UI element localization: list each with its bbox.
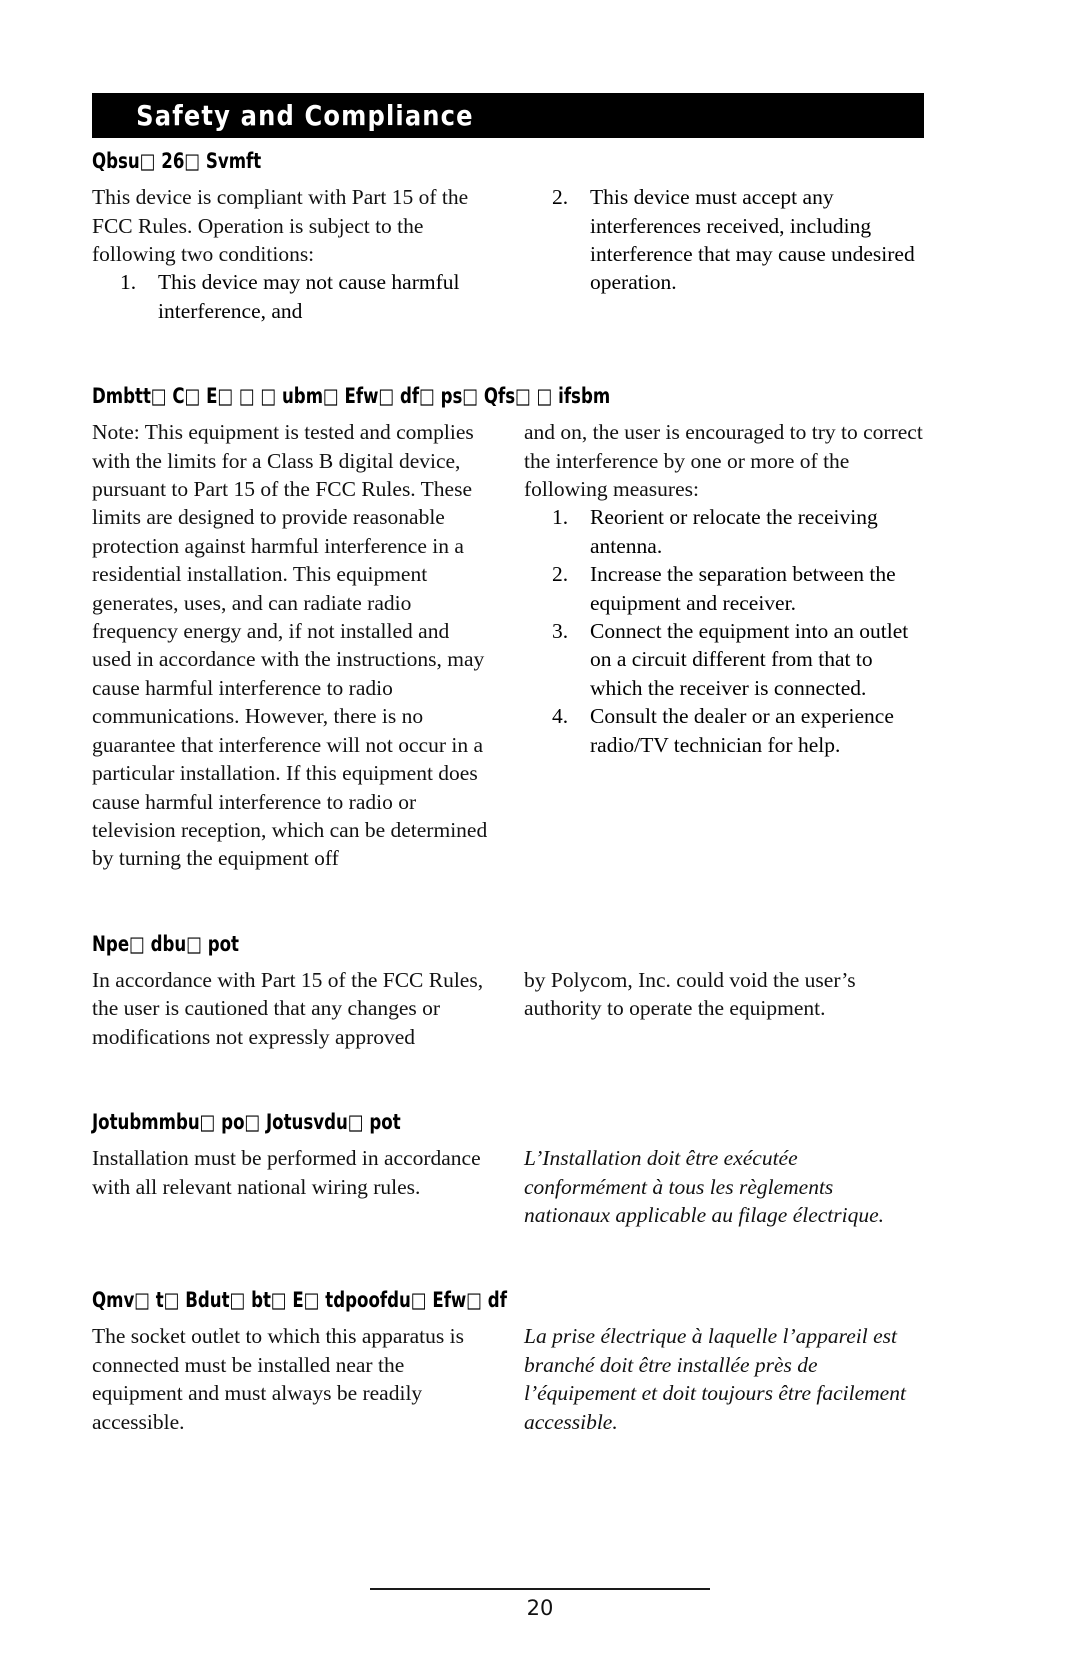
two-column-layout: Installation must be performed in accord… [92, 1144, 924, 1229]
numbered-list: 2. This device must accept any interfere… [524, 183, 924, 297]
list-item-text: Increase the separation between the equi… [590, 562, 896, 615]
list-item-number: 4. [552, 704, 569, 729]
column-left: In accordance with Part 15 of the FCC Ru… [92, 966, 492, 1051]
two-column-layout: The socket outlet to which this apparatu… [92, 1322, 924, 1436]
list-item: 4. Consult the dealer or an experience r… [524, 702, 924, 759]
page-header-title: Safety and Compliance [136, 99, 474, 132]
list-item-text: Reorient or relocate the receiving anten… [590, 505, 878, 558]
column-right: 2. This device must accept any interfere… [524, 183, 924, 297]
paragraph-french: La prise électrique à laquelle l’apparei… [524, 1324, 906, 1434]
column-right: La prise électrique à laquelle l’apparei… [524, 1322, 924, 1436]
column-right: by Polycom, Inc. could void the user’s a… [524, 966, 924, 1023]
list-item-text: This device must accept any interference… [590, 185, 915, 295]
section-class-b-digital-device: Dmbtt□ C□ E□ □ □ ubm□ Efw□ df□ ps□ Qfs□ … [92, 385, 924, 873]
numbered-list: 1. Reorient or relocate the receiving an… [524, 503, 924, 759]
column-left: The socket outlet to which this apparatu… [92, 1322, 492, 1436]
column-left: This device is compliant with Part 15 of… [92, 183, 492, 325]
list-item: 1. This device may not cause harmful int… [92, 268, 492, 325]
paragraph: Installation must be performed in accord… [92, 1146, 481, 1199]
numbered-list: 1. This device may not cause harmful int… [92, 268, 492, 325]
list-item-number: 2. [552, 185, 569, 210]
section-installation-instructions: Jotubmmbu□ po□ Jotusvdu□ pot Installatio… [92, 1110, 924, 1229]
list-item: 1. Reorient or relocate the receiving an… [524, 503, 924, 560]
list-item-number: 3. [552, 619, 569, 644]
paragraph: The socket outlet to which this apparatu… [92, 1324, 464, 1434]
two-column-layout: This device is compliant with Part 15 of… [92, 183, 924, 325]
two-column-layout: In accordance with Part 15 of the FCC Ru… [92, 966, 924, 1051]
document-page: Safety and Compliance Qbsu□ 26□ Svmft Th… [0, 0, 1080, 1669]
paragraph: Note: This equipment is tested and compl… [92, 420, 488, 871]
page-number: 20 [526, 1596, 554, 1620]
list-item-number: 1. [120, 270, 137, 295]
list-item-number: 2. [552, 562, 569, 587]
section-heading: Npe□ dbu□ pot [92, 931, 240, 956]
paragraph-french: L’Installation doit être exécutée confor… [524, 1146, 885, 1227]
page-header-bar: Safety and Compliance [92, 93, 924, 138]
section-heading: Qmv□ t□ Bdut□ bt□ E□ tdpoofdu□ Efw□ df [92, 1288, 507, 1313]
paragraph: In accordance with Part 15 of the FCC Ru… [92, 967, 484, 1049]
footer-divider [370, 1588, 710, 1590]
paragraph: by Polycom, Inc. could void the user’s a… [524, 967, 856, 1021]
section-heading: Qbsu□ 26□ Svmft [92, 149, 262, 173]
page-content: Qbsu□ 26□ Svmft This device is compliant… [92, 149, 924, 1436]
list-item-text: Connect the equipment into an outlet on … [590, 619, 909, 700]
section-part-15-rules: Qbsu□ 26□ Svmft This device is compliant… [92, 149, 924, 325]
paragraph: and on, the user is encouraged to try to… [524, 420, 923, 502]
list-item: 2. Increase the separation between the e… [524, 560, 924, 617]
paragraph: This device is compliant with Part 15 of… [92, 185, 469, 266]
section-modifications: Npe□ dbu□ pot In accordance with Part 15… [92, 931, 924, 1051]
section-plug-acts-as-disconnect-device: Qmv□ t□ Bdut□ bt□ E□ tdpoofdu□ Efw□ df T… [92, 1289, 924, 1436]
list-item: 3. Connect the equipment into an outlet … [524, 617, 924, 702]
page-footer: 20 [0, 1588, 1080, 1620]
column-left: Note: This equipment is tested and compl… [92, 418, 492, 873]
list-item: 2. This device must accept any interfere… [524, 183, 924, 297]
list-item-text: This device may not cause harmful interf… [158, 270, 460, 323]
section-heading: Dmbtt□ C□ E□ □ □ ubm□ Efw□ df□ ps□ Qfs□ … [92, 384, 611, 409]
list-item-text: Consult the dealer or an experience radi… [590, 704, 894, 757]
column-right: L’Installation doit être exécutée confor… [524, 1144, 924, 1229]
two-column-layout: Note: This equipment is tested and compl… [92, 418, 924, 873]
column-right: and on, the user is encouraged to try to… [524, 418, 924, 759]
section-heading: Jotubmmbu□ po□ Jotusvdu□ pot [92, 1110, 401, 1135]
column-left: Installation must be performed in accord… [92, 1144, 492, 1201]
list-item-number: 1. [552, 505, 569, 530]
